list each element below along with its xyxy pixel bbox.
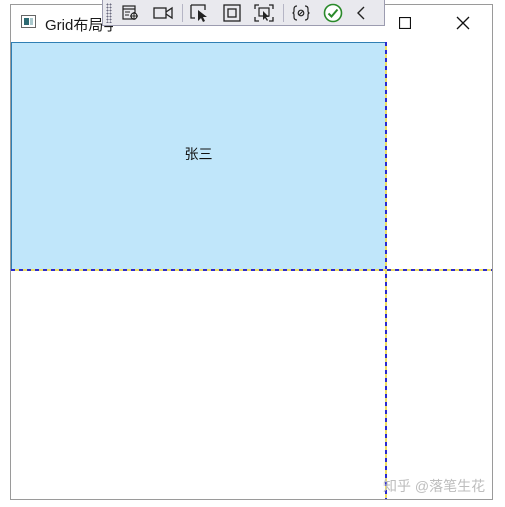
toolbar-grip[interactable] xyxy=(106,2,112,23)
xaml-debug-toolbar xyxy=(102,0,385,26)
grid-content: 张三 xyxy=(11,42,492,499)
cell-label: 张三 xyxy=(184,146,213,162)
track-focus-icon xyxy=(254,3,274,22)
grid-row-divider xyxy=(11,269,492,271)
video-camera-icon xyxy=(153,6,173,19)
app-window: Grid布局学 张三 xyxy=(10,4,493,500)
close-button[interactable] xyxy=(451,13,475,33)
checkmark-circle-icon xyxy=(323,3,343,22)
track-focused-element-button[interactable] xyxy=(251,2,277,24)
app-icon xyxy=(21,15,36,28)
collapse-chevron-icon xyxy=(357,6,365,19)
ensure-handled-button[interactable] xyxy=(320,2,346,24)
close-icon xyxy=(456,16,470,30)
select-element-button[interactable] xyxy=(187,2,213,24)
go-to-live-visual-tree-button[interactable] xyxy=(118,2,144,24)
visual-tree-icon xyxy=(122,4,138,20)
select-element-icon xyxy=(190,3,207,22)
binding-failures-icon xyxy=(292,4,310,21)
watermark: 知乎 @落笔生花 xyxy=(383,478,486,494)
record-button[interactable] xyxy=(150,2,176,24)
binding-failures-button[interactable] xyxy=(288,2,314,24)
collapse-toolbar-button[interactable] xyxy=(352,2,370,24)
display-layout-adorner-icon xyxy=(223,3,241,22)
maximize-button[interactable] xyxy=(393,13,417,33)
toolbar-separator xyxy=(182,3,183,22)
display-layout-adorners-button[interactable] xyxy=(219,2,245,24)
maximize-icon xyxy=(399,17,411,29)
grid-cell-top-left: 张三 xyxy=(11,42,386,270)
toolbar-separator xyxy=(283,3,284,22)
